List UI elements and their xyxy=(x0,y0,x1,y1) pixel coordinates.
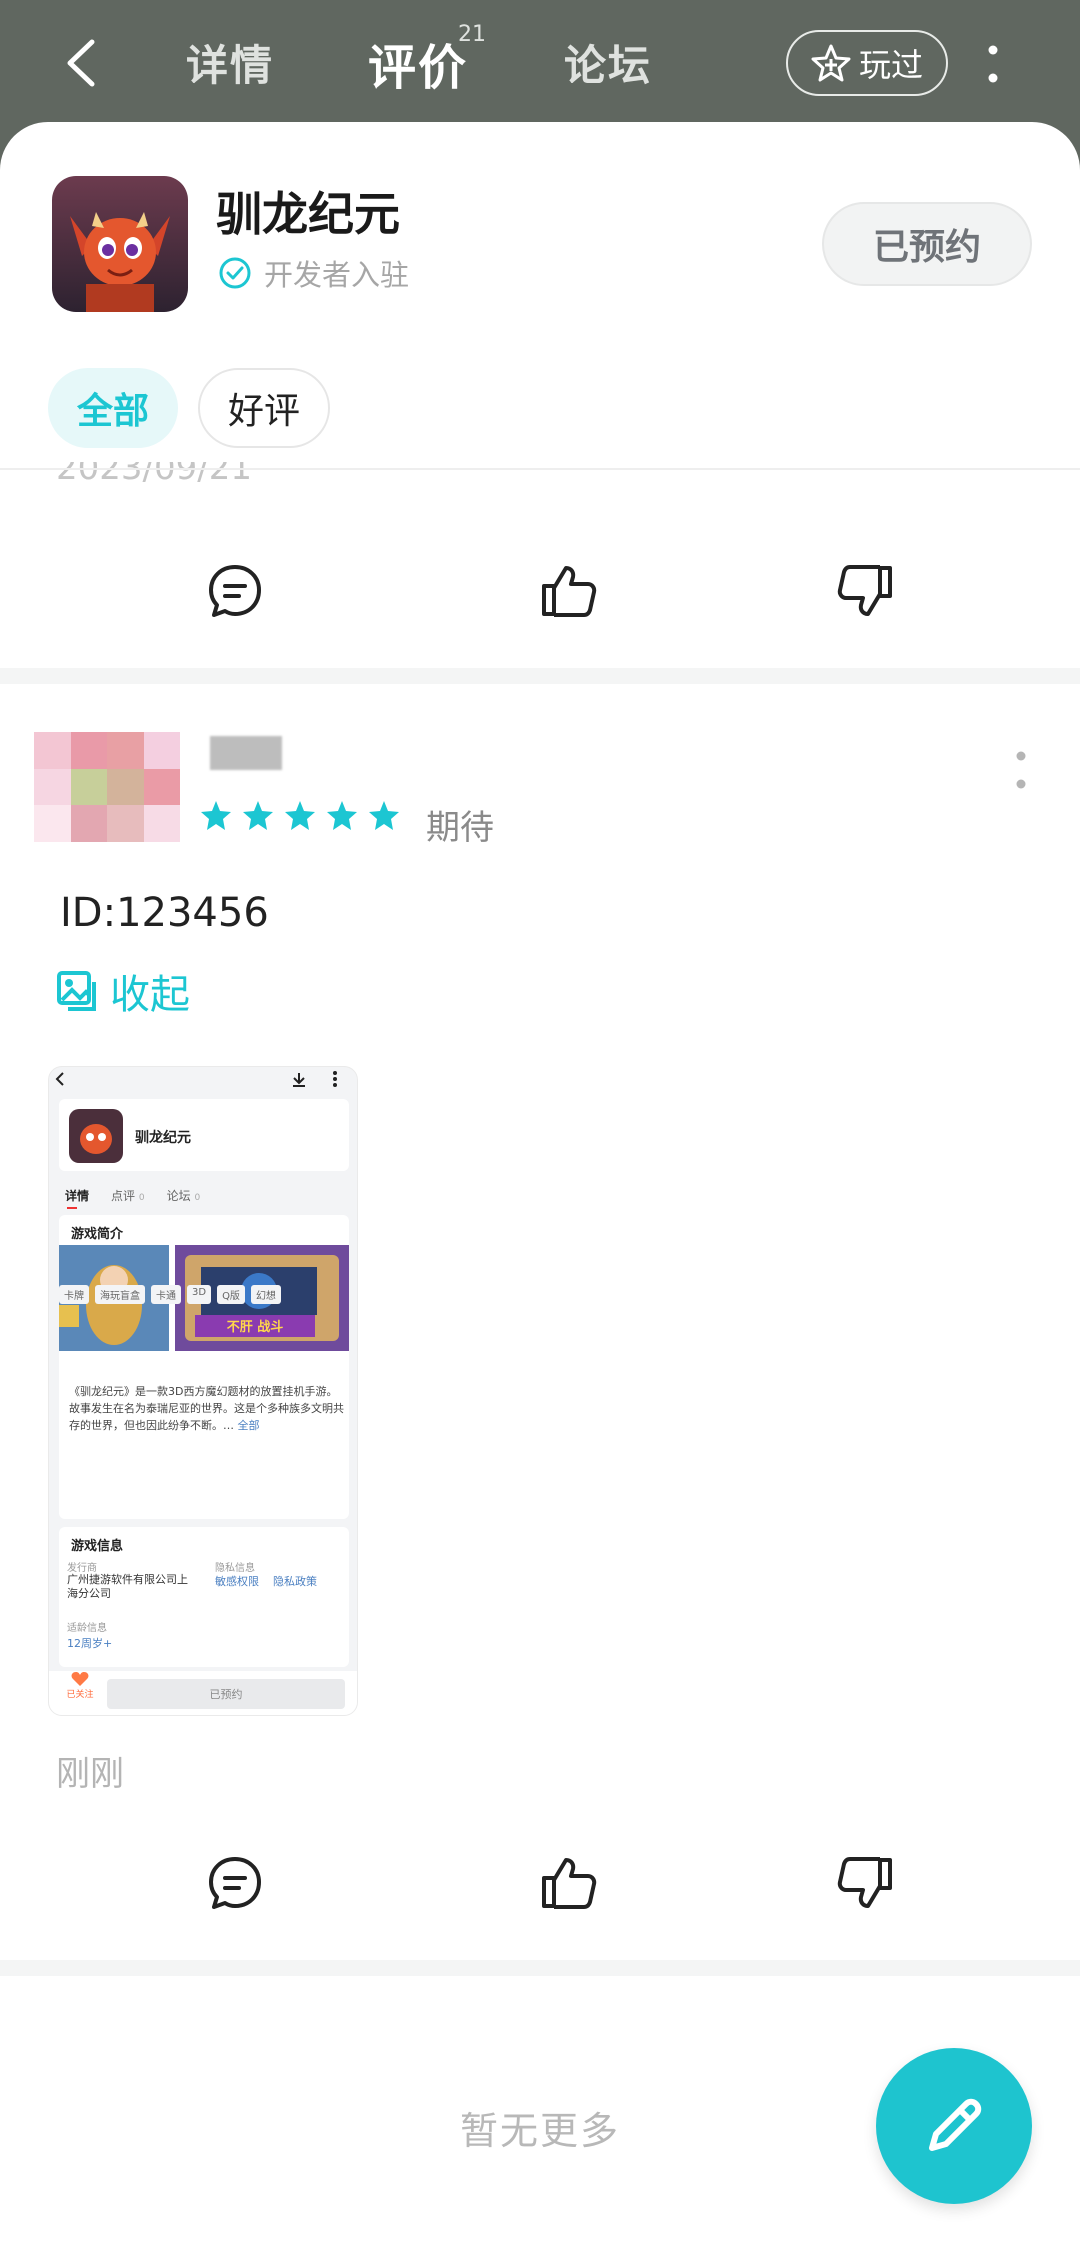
review-actions xyxy=(0,1826,1080,1946)
previous-review-date: 2023/09/21 xyxy=(56,462,252,484)
section-separator xyxy=(0,1960,1080,1976)
mini-info-title: 游戏信息 xyxy=(71,1539,124,1554)
mini-tags: 卡牌 海玩盲盒 卡通 3D Q版 幻想 xyxy=(59,1285,281,1304)
section-separator xyxy=(0,668,1080,684)
collapse-images-button[interactable]: 收起 xyxy=(56,962,190,1020)
mini-tab-reviews: 点评 0 xyxy=(111,1189,145,1203)
played-button[interactable]: 玩过 xyxy=(786,30,948,96)
review-more-icon[interactable] xyxy=(1014,750,1028,790)
mini-app-card: 驯龙纪元 xyxy=(59,1099,349,1171)
filter-all[interactable]: 全部 xyxy=(48,368,178,448)
previous-review-actions xyxy=(0,534,1080,654)
comment-icon[interactable] xyxy=(206,562,264,620)
mini-app-name: 驯龙纪元 xyxy=(135,1130,191,1146)
developer-verified: 开发者入驻 xyxy=(218,252,409,294)
more-vertical-icon[interactable] xyxy=(986,44,1000,84)
tab-reviews[interactable]: 评价 xyxy=(368,28,468,98)
back-arrow-icon[interactable] xyxy=(62,38,102,88)
avatar[interactable] xyxy=(34,732,180,842)
filter-divider xyxy=(0,468,1080,470)
username-blurred xyxy=(210,736,282,770)
review-count-badge: 21 xyxy=(458,22,486,47)
mini-intro-section: 游戏简介 不肝 战斗 《驯龙纪元》是一款3D西方魔幻题材的放置挂机手游。故事发生… xyxy=(59,1215,349,1519)
star-icon xyxy=(369,801,399,830)
mini-description: 《驯龙纪元》是一款3D西方魔幻题材的放置挂机手游。故事发生在名为泰瑞尼亚的世界。… xyxy=(69,1385,344,1432)
thumbs-up-icon[interactable] xyxy=(540,562,598,620)
mini-age: 12周岁+ xyxy=(67,1637,113,1650)
star-rating xyxy=(200,800,400,832)
app-icon[interactable] xyxy=(52,176,188,312)
heart-icon xyxy=(71,1672,89,1686)
thumbs-down-icon[interactable] xyxy=(836,562,894,620)
star-plus-icon xyxy=(811,44,851,82)
mini-info-section: 游戏信息 发行商 广州捷游软件有限公司上海分公司 隐私信息 敏感权限 隐私政策 … xyxy=(59,1527,349,1667)
mini-intro-title: 游戏简介 xyxy=(71,1227,124,1242)
review-time: 刚刚 xyxy=(56,1754,124,1794)
mini-tabs: 详情 点评 0 论坛 0 xyxy=(65,1187,200,1204)
pencil-icon xyxy=(929,2098,982,2151)
tab-details[interactable]: 详情 xyxy=(186,32,274,93)
review-image[interactable]: 驯龙纪元 详情 点评 0 论坛 0 游戏简介 不肝 战斗 《驯龙纪元》是一款3D… xyxy=(48,1066,358,1716)
mini-tab-indicator xyxy=(67,1207,77,1209)
verified-check-icon xyxy=(219,257,251,289)
mini-tab-forum: 论坛 0 xyxy=(166,1189,201,1203)
app-name: 驯龙纪元 xyxy=(216,187,400,241)
mini-publisher-label: 发行商 xyxy=(67,1563,97,1574)
tab-forum[interactable]: 论坛 xyxy=(564,32,652,93)
mini-follow: 已关注 xyxy=(63,1671,97,1700)
review-text: ID:123456 xyxy=(60,890,269,936)
mini-tab-details: 详情 xyxy=(65,1189,90,1203)
star-icon xyxy=(243,801,273,830)
rating-label: 期待 xyxy=(426,808,494,848)
thumbs-down-icon[interactable] xyxy=(836,1854,894,1912)
collapse-label: 收起 xyxy=(110,972,190,1018)
filter-positive[interactable]: 好评 xyxy=(198,368,330,448)
mini-app-icon xyxy=(69,1109,123,1163)
played-button-label: 玩过 xyxy=(858,46,923,84)
mini-age-label: 适龄信息 xyxy=(67,1623,107,1634)
star-icon xyxy=(201,801,231,830)
image-icon xyxy=(57,971,96,1011)
mini-privacy-label: 隐私信息 xyxy=(215,1563,255,1574)
comment-icon[interactable] xyxy=(206,1854,264,1912)
mini-privacy-link-1: 敏感权限 xyxy=(215,1575,259,1588)
write-review-button[interactable] xyxy=(876,2048,1032,2204)
mini-reserved-button: 已预约 xyxy=(107,1679,345,1709)
mini-top-bar xyxy=(49,1067,357,1097)
mini-publisher: 广州捷游软件有限公司上海分公司 xyxy=(67,1573,188,1600)
reserved-button[interactable]: 已预约 xyxy=(822,202,1032,286)
mini-privacy-link-2: 隐私政策 xyxy=(273,1575,317,1588)
mini-banner-text: 不肝 战斗 xyxy=(227,1319,284,1335)
star-icon xyxy=(285,801,315,830)
star-icon xyxy=(327,801,357,830)
verified-label: 开发者入驻 xyxy=(264,258,410,292)
thumbs-up-icon[interactable] xyxy=(540,1854,598,1912)
